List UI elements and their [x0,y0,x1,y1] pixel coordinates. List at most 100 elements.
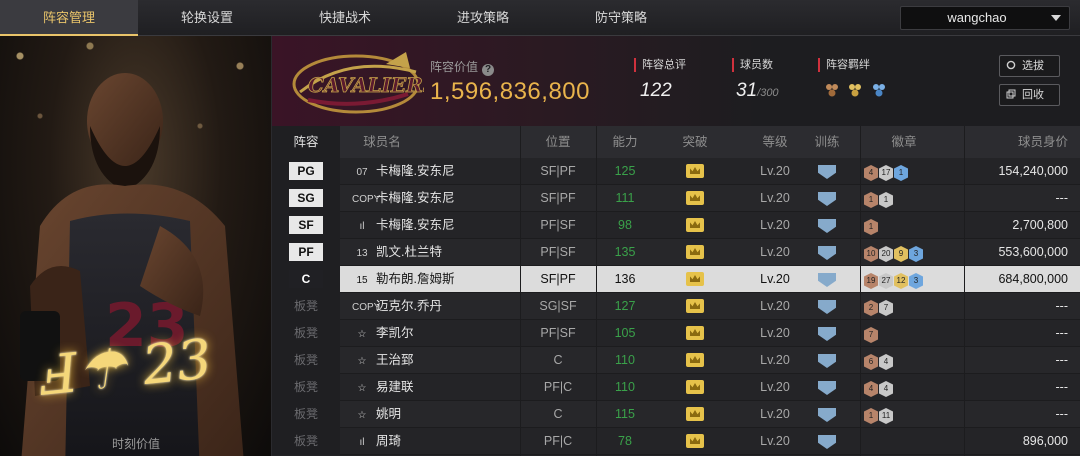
breakthrough-cell[interactable] [660,239,730,266]
tab-rotation[interactable]: 轮换设置 [138,0,276,36]
player-name-cell[interactable]: ☆ 易建联 [352,374,532,401]
table-row[interactable]: 板凳 ☆ 姚明 C 115 Lv.20 1 11 --- [272,401,1080,428]
training-cell[interactable] [792,347,862,374]
breakthrough-cell[interactable] [660,401,730,428]
training-cell[interactable] [792,374,862,401]
player-card[interactable]: 23 Ⅎ☂ 23 时刻价值 [0,36,272,456]
table-row[interactable]: PF 13 凯文.杜兰特 PF|SF 135 Lv.20 10 20 9 3 553,600,000 [272,239,1080,266]
table-row[interactable]: PG 07 卡梅隆.安东尼 SF|PF 125 Lv.20 4 17 1 154,240,000 [272,158,1080,185]
player-rating: 136 [614,272,636,286]
badges-cell[interactable]: 44 [864,374,974,401]
player-name-cell[interactable]: 15 勒布朗.詹姆斯 [352,266,532,293]
badges-cell[interactable]: 1 11 [864,401,974,428]
crown-icon [686,434,704,448]
chemistry-blue-icon[interactable] [871,82,887,98]
col-rating[interactable]: 能力 [590,126,660,158]
tab-quick-tactics[interactable]: 快捷战术 [276,0,414,36]
training-cell[interactable] [792,158,862,185]
breakthrough-cell[interactable] [660,320,730,347]
table-row[interactable]: SF ıl 卡梅隆.安东尼 PF|SF 98 Lv.20 1 2,700,800 [272,212,1080,239]
table-row[interactable]: SG COPY卡梅隆.安东尼 SF|PF 111 Lv.20 1 1 --- [272,185,1080,212]
player-name-cell[interactable]: 13 凯文.杜兰特 [352,239,532,266]
col-training[interactable]: 训练 [792,126,862,158]
pick-button[interactable]: 选拔 [999,55,1060,77]
training-cell[interactable] [792,185,862,212]
card-tier-icon: 15 [356,275,368,286]
breakthrough-cell[interactable] [660,212,730,239]
badges-cell[interactable]: 4 17 1 [864,158,974,185]
training-cell[interactable] [792,428,862,455]
table-row[interactable]: 板凳 ☆ 易建联 PF|C 110 Lv.20 4 4 --- [272,374,1080,401]
chemistry-bronze-icon[interactable] [824,82,840,98]
lineup-slot[interactable]: 板凳 [272,374,340,401]
table-row[interactable]: 板凳 ☆ 李凯尔 PF|SF 105 Lv.20 7 --- [272,320,1080,347]
table-row[interactable]: 板凳 COPY迈克尔.乔丹 SG|SF 127 Lv.20 2 7 --- [272,293,1080,320]
lineup-slot[interactable]: SF [272,212,340,239]
lineup-slot[interactable]: PF [272,239,340,266]
lineup-slot[interactable]: 板凳 [272,401,340,428]
recycle-button[interactable]: 回收 [999,84,1060,106]
badge-icon: 19 [864,273,878,289]
training-cell[interactable] [792,320,862,347]
player-position: SF|PF [540,191,576,205]
table-row[interactable]: C 15 勒布朗.詹姆斯 SF|PF 136 Lv.20 19 27 12 3 684,800,00… [272,266,1080,293]
player-name-cell[interactable]: ☆ 姚明 [352,401,532,428]
breakthrough-cell[interactable] [660,293,730,320]
badges-cell[interactable]: 10 20 9 3 [864,239,974,266]
table-row[interactable]: 板凳 ☆ 王治郅 C 110 Lv.20 6 4 --- [272,347,1080,374]
training-cell[interactable] [792,401,862,428]
help-icon[interactable]: ? [482,64,495,76]
lineup-slot[interactable]: PG [272,158,340,185]
training-cell[interactable] [792,239,862,266]
col-lineup[interactable]: 阵容 [272,126,340,158]
training-shield-icon [818,273,836,287]
badges-cell[interactable]: 19 27 12 3 [864,266,974,293]
player-name-cell[interactable]: ıl 周琦 [352,428,532,455]
breakthrough-cell[interactable] [660,185,730,212]
lineup-slot[interactable]: 板凳 [272,428,340,455]
badges-cell[interactable] [864,428,974,455]
player-name-cell[interactable]: COPY卡梅隆.安东尼 [352,185,532,212]
player-name-cell[interactable]: ıl 卡梅隆.安东尼 [352,212,532,239]
player-name-cell[interactable]: COPY迈克尔.乔丹 [352,293,532,320]
player-name-cell[interactable]: 07 卡梅隆.安东尼 [352,158,532,185]
training-shield-icon [818,246,836,260]
breakthrough-cell[interactable] [660,158,730,185]
lineup-slot[interactable]: 板凳 [272,320,340,347]
lineup-slot[interactable]: 板凳 [272,293,340,320]
player-rating: 110 [615,353,635,367]
tab-offense[interactable]: 进攻策略 [414,0,552,36]
tab-defense[interactable]: 防守策略 [552,0,690,36]
crown-icon [686,272,704,286]
breakthrough-cell[interactable] [660,374,730,401]
user-dropdown[interactable]: wangchao [900,6,1070,30]
col-position[interactable]: 位置 [520,126,596,158]
badges-cell[interactable]: 27 [864,293,974,320]
badges-cell[interactable]: 11 [864,185,974,212]
player-name-cell[interactable]: ☆ 李凯尔 [352,320,532,347]
badges-cell[interactable]: 7 [864,320,974,347]
card-tier-icon: ☆ [357,383,367,394]
badges-cell[interactable]: 64 [864,347,974,374]
breakthrough-cell[interactable] [660,266,730,293]
training-shield-icon [818,219,836,233]
badge-icon: 9 [894,246,908,262]
training-cell[interactable] [792,212,862,239]
lineup-slot[interactable]: C [272,266,340,293]
player-name-cell[interactable]: ☆ 王治郅 [352,347,532,374]
col-badges[interactable]: 徽章 [864,126,944,158]
lineup-slot[interactable]: SG [272,185,340,212]
col-breakthrough[interactable]: 突破 [660,126,730,158]
player-position: SG|SF [539,299,577,313]
breakthrough-cell[interactable] [660,428,730,455]
badges-cell[interactable]: 1 [864,212,974,239]
training-cell[interactable] [792,266,862,293]
col-salary[interactable]: 球员身价 [974,126,1068,158]
breakthrough-cell[interactable] [660,347,730,374]
table-row[interactable]: 板凳 ıl 周琦 PF|C 78 Lv.20 896,000 [272,428,1080,455]
col-player-name[interactable]: 球员名 [352,126,412,158]
training-cell[interactable] [792,293,862,320]
lineup-slot[interactable]: 板凳 [272,347,340,374]
tab-lineup[interactable]: 阵容管理 [0,0,138,36]
chemistry-gold-icon[interactable] [847,82,863,98]
